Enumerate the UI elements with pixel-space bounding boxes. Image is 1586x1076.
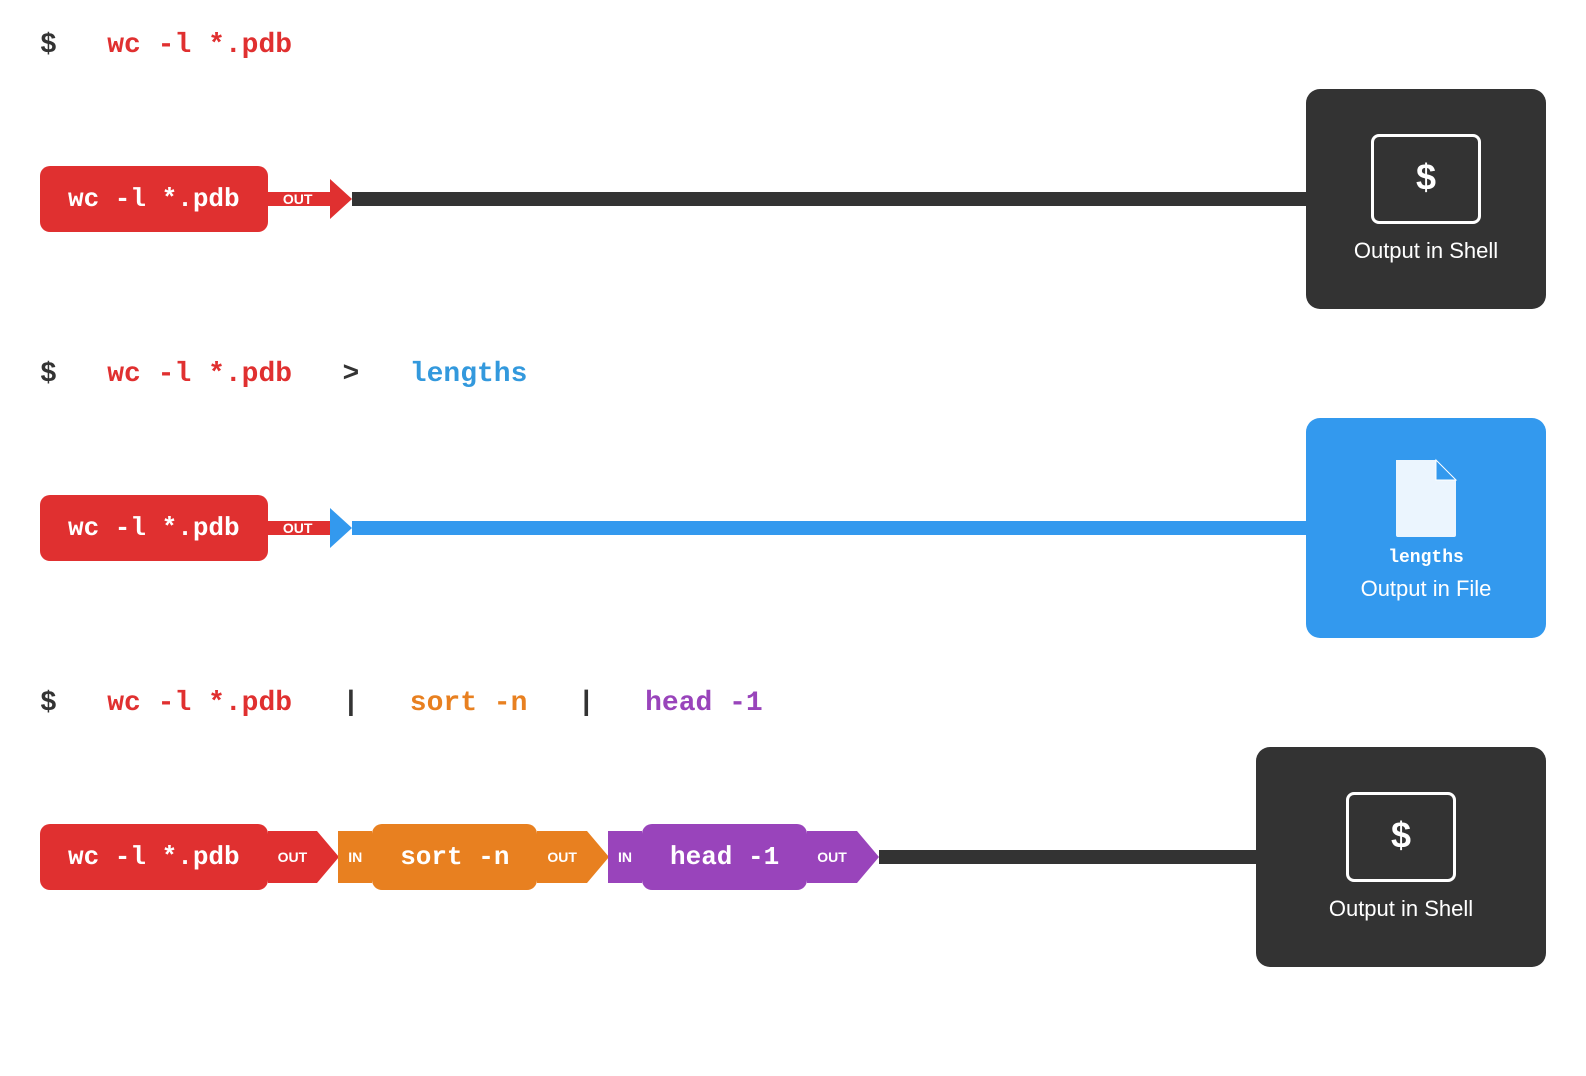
section1-command: $ wc -l *.pdb — [40, 30, 1546, 61]
section1-shell-box: $ Output in Shell — [1306, 89, 1546, 309]
section3-shell-box: $ Output in Shell — [1256, 747, 1546, 967]
section1-shell-dollar: $ — [1415, 159, 1437, 200]
section1-out-label: OUT — [283, 191, 313, 207]
section2-pill[interactable]: wc -l *.pdb — [40, 495, 268, 561]
pipe1-connector: OUT IN — [268, 831, 373, 883]
section2-pill-text: wc -l *.pdb — [68, 513, 240, 543]
section3-pill2[interactable]: sort -n — [372, 824, 537, 890]
cmd3-pipe1: | — [343, 688, 360, 719]
out1-label: OUT — [278, 849, 308, 865]
cmd2-gt: > — [343, 359, 360, 390]
section1-shell-label: Output in Shell — [1354, 238, 1498, 264]
section3-pill2-text: sort -n — [400, 842, 509, 872]
section1: $ wc -l *.pdb wc -l *.pdb OUT $ Output i… — [40, 30, 1546, 309]
section2-out-label: OUT — [283, 520, 313, 536]
pipe2-connector: OUT IN — [537, 831, 642, 883]
section1-line — [352, 192, 1306, 206]
dollar1: $ — [40, 30, 57, 61]
section3-shell-inner: $ — [1346, 792, 1456, 882]
cmd3-text-purple: head -1 — [645, 688, 763, 719]
cmd1-text: wc -l *.pdb — [107, 30, 292, 61]
section1-pill-text: wc -l *.pdb — [68, 184, 240, 214]
section3-shell-label: Output in Shell — [1329, 896, 1473, 922]
section2: $ wc -l *.pdb > lengths wc -l *.pdb OUT — [40, 359, 1546, 638]
cmd3-pipe2: | — [578, 688, 595, 719]
section2-filename: lengths — [1388, 548, 1464, 568]
section3-line — [879, 850, 1256, 864]
section3-pill3-text: head -1 — [670, 842, 779, 872]
out2-label: OUT — [547, 849, 577, 865]
out2-tip — [587, 831, 609, 883]
section2-command: $ wc -l *.pdb > lengths — [40, 359, 1546, 390]
section3: $ wc -l *.pdb | sort -n | head -1 wc -l … — [40, 688, 1546, 967]
section2-file-box: lengths Output in File — [1306, 418, 1546, 638]
cmd2-text-red: wc -l *.pdb — [107, 359, 292, 390]
section3-flow: wc -l *.pdb OUT IN sort -n OUT I — [40, 747, 1546, 967]
section2-flow: wc -l *.pdb OUT lengths Output in File — [40, 418, 1546, 638]
section3-pill1-text: wc -l *.pdb — [68, 842, 240, 872]
cmd3-text-orange: sort -n — [410, 688, 528, 719]
section1-shell-inner: $ — [1371, 134, 1481, 224]
section1-flow: wc -l *.pdb OUT $ Output in Shell — [40, 89, 1546, 309]
section2-out-arrow: OUT — [266, 508, 352, 548]
out3-tip — [857, 831, 879, 883]
section1-pill[interactable]: wc -l *.pdb — [40, 166, 268, 232]
section3-command: $ wc -l *.pdb | sort -n | head -1 — [40, 688, 1546, 719]
file-icon — [1391, 455, 1461, 540]
dollar3: $ — [40, 688, 57, 719]
cmd3-text-red: wc -l *.pdb — [107, 688, 292, 719]
dollar2: $ — [40, 359, 57, 390]
pipe3-connector: OUT — [807, 831, 879, 883]
section1-out-arrow: OUT — [266, 179, 352, 219]
out1-tip — [317, 831, 339, 883]
section3-shell-dollar: $ — [1390, 817, 1412, 858]
section3-pill1[interactable]: wc -l *.pdb — [40, 824, 268, 890]
in2-label: IN — [618, 849, 632, 865]
section3-pill3[interactable]: head -1 — [642, 824, 807, 890]
out3-label: OUT — [817, 849, 847, 865]
cmd2-text-blue: lengths — [410, 359, 528, 390]
section2-line — [352, 521, 1306, 535]
section2-file-label: Output in File — [1361, 576, 1492, 602]
in1-label: IN — [348, 849, 362, 865]
